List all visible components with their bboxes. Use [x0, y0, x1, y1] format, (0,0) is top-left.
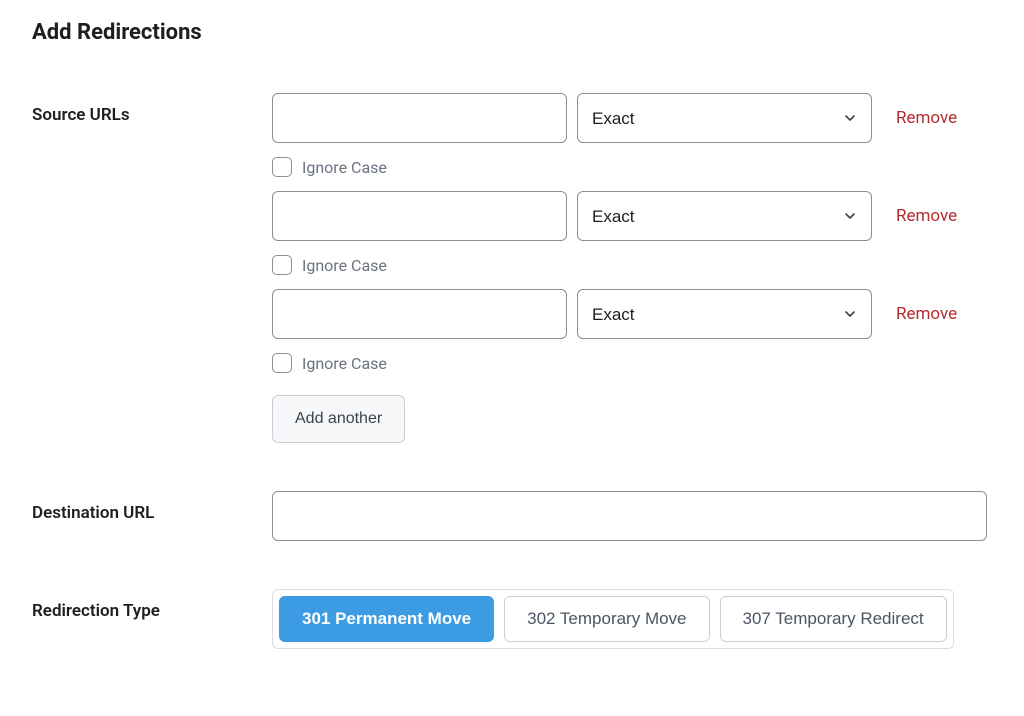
redirection-type-label: Redirection Type	[32, 589, 272, 621]
redirect-type-302-button[interactable]: 302 Temporary Move	[504, 596, 709, 642]
source-row: Exact Remove Ignore Case	[272, 93, 992, 177]
ignore-case-checkbox[interactable]	[272, 255, 292, 275]
match-type-select[interactable]: Exact	[577, 191, 872, 241]
destination-url-row: Destination URL	[32, 491, 992, 541]
source-urls-row: Source URLs Exact Remove Ignore Case	[32, 93, 992, 443]
destination-url-label: Destination URL	[32, 491, 272, 523]
destination-url-input[interactable]	[272, 491, 987, 541]
ignore-case-checkbox[interactable]	[272, 353, 292, 373]
ignore-case-label[interactable]: Ignore Case	[302, 256, 387, 275]
source-row: Exact Remove Ignore Case	[272, 191, 992, 275]
add-another-button[interactable]: Add another	[272, 395, 405, 443]
match-type-select[interactable]: Exact	[577, 289, 872, 339]
page-title: Add Redirections	[32, 20, 992, 45]
remove-link[interactable]: Remove	[896, 108, 957, 128]
source-url-input[interactable]	[272, 289, 567, 339]
ignore-case-label[interactable]: Ignore Case	[302, 158, 387, 177]
redirect-type-301-button[interactable]: 301 Permanent Move	[279, 596, 494, 642]
redirection-type-group: 301 Permanent Move 302 Temporary Move 30…	[272, 589, 954, 649]
remove-link[interactable]: Remove	[896, 206, 957, 226]
source-url-input[interactable]	[272, 93, 567, 143]
remove-link[interactable]: Remove	[896, 304, 957, 324]
source-row: Exact Remove Ignore Case	[272, 289, 992, 373]
ignore-case-label[interactable]: Ignore Case	[302, 354, 387, 373]
ignore-case-checkbox[interactable]	[272, 157, 292, 177]
match-type-select[interactable]: Exact	[577, 93, 872, 143]
source-urls-label: Source URLs	[32, 93, 272, 125]
redirection-type-row: Redirection Type 301 Permanent Move 302 …	[32, 589, 992, 649]
source-urls-content: Exact Remove Ignore Case Exact	[272, 93, 992, 443]
redirect-type-307-button[interactable]: 307 Temporary Redirect	[720, 596, 947, 642]
source-url-input[interactable]	[272, 191, 567, 241]
